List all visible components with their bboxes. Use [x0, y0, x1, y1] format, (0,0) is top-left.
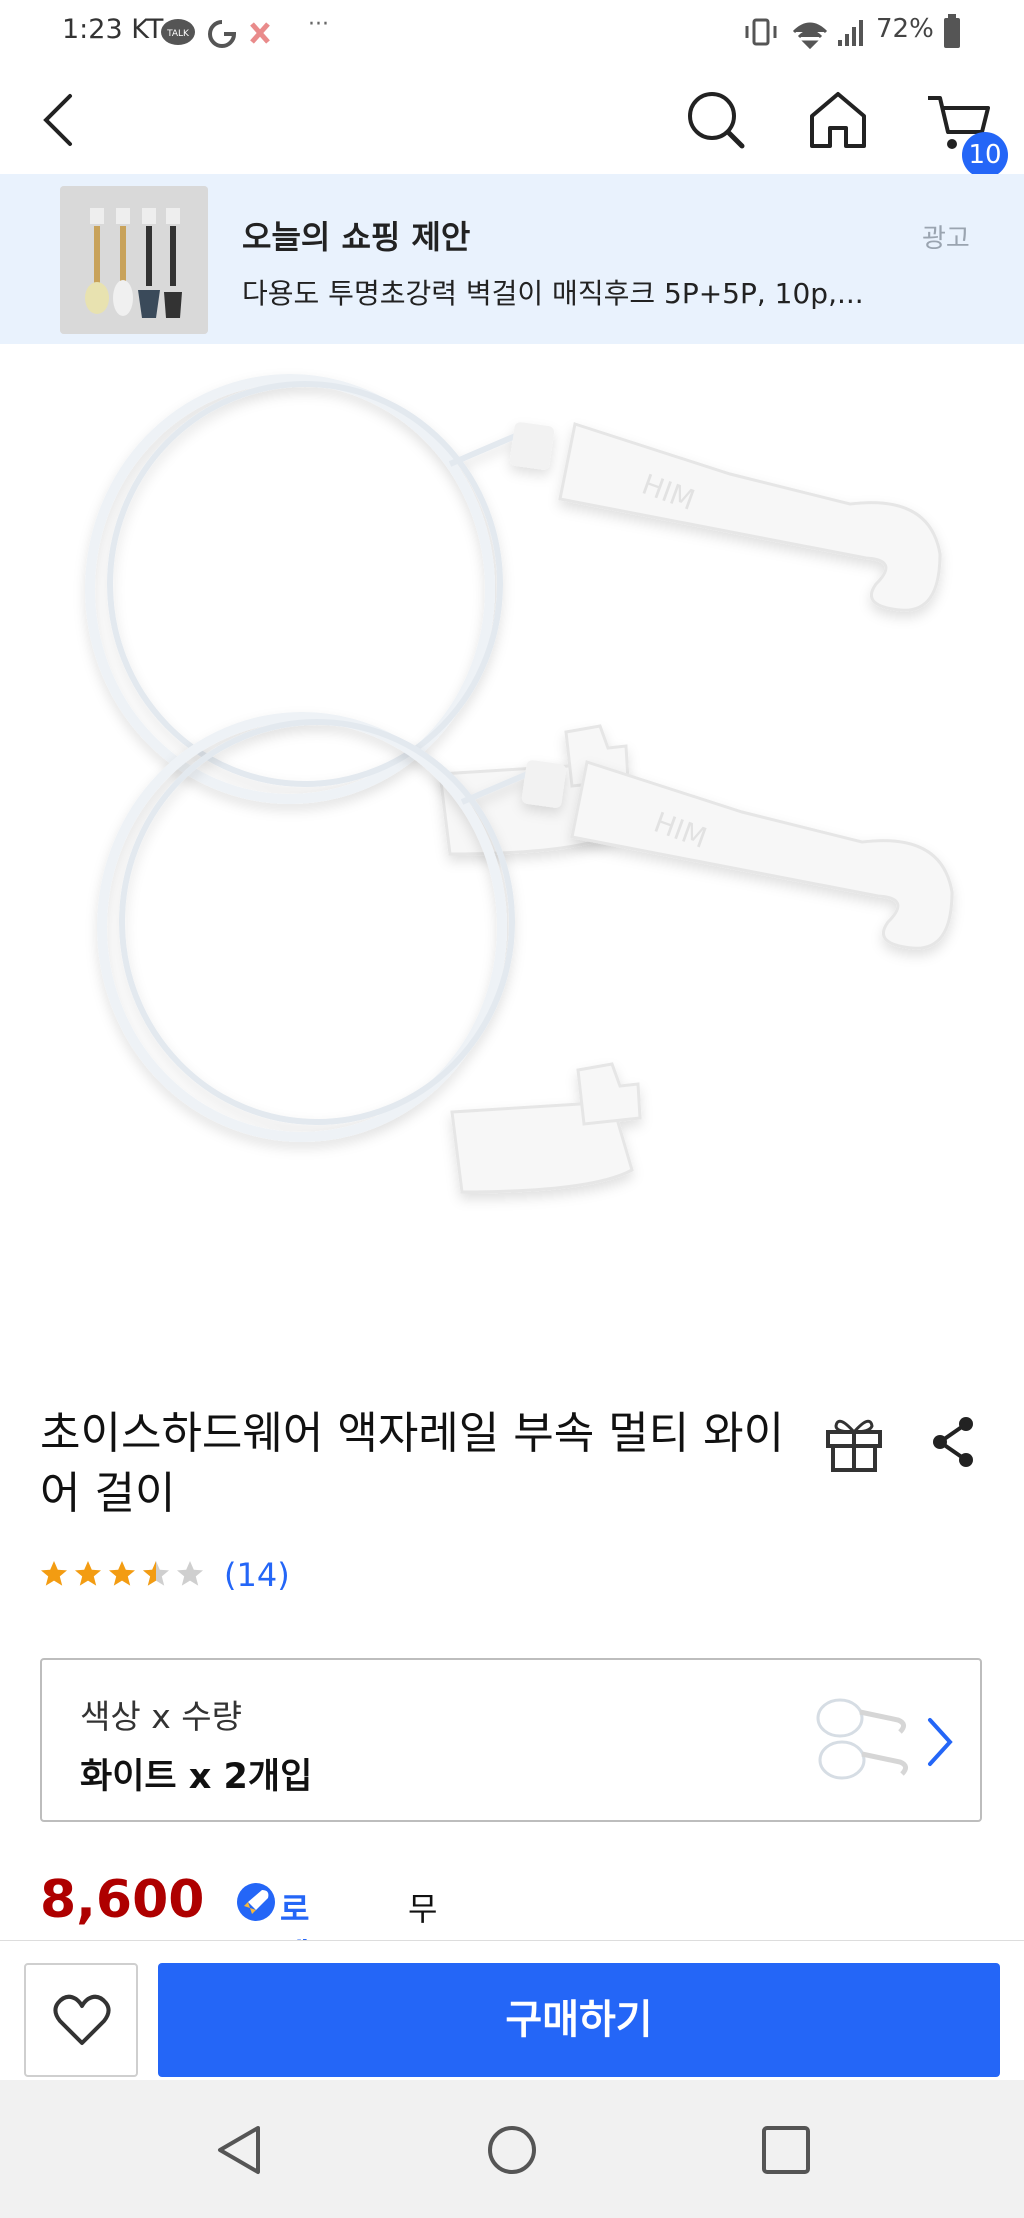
option-selector[interactable]: 색상 x 수량 화이트 x 2개입	[40, 1658, 982, 1822]
buy-button[interactable]: 구매하기	[158, 1963, 1000, 2077]
notification-icons: TALK	[161, 19, 270, 48]
utensils-image	[60, 186, 208, 334]
cart-count-badge: 10	[962, 132, 1008, 178]
battery-text: 72%	[876, 14, 934, 44]
vibrate-icon	[752, 18, 770, 46]
rocket-icon	[237, 1883, 275, 1921]
g-icon	[208, 20, 237, 48]
star-icon	[41, 1561, 67, 1586]
product-title: 초이스하드웨어 액자레일 부속 멀티 와이어 걸이	[40, 1408, 785, 1519]
more-notifications: ···	[308, 12, 329, 37]
battery-icon	[944, 14, 960, 48]
wifi-icon	[792, 22, 828, 50]
top-navbar: 10	[0, 64, 1024, 178]
home-icon[interactable]	[806, 88, 870, 152]
star-icon	[109, 1561, 135, 1586]
search-icon[interactable]	[686, 90, 746, 150]
option-value: 화이트 x 2개입	[80, 1757, 313, 1797]
clip-icon	[250, 22, 270, 44]
nav-home-icon[interactable]	[486, 2124, 538, 2176]
clock-text: 1:23	[62, 14, 123, 45]
system-status-icons	[745, 18, 863, 50]
ad-subtitle: 다용도 투명초강력 벽걸이 매직후크 5P+5P, 10p,...	[242, 277, 864, 310]
heart-icon	[53, 1994, 111, 2045]
star-icon	[75, 1561, 101, 1586]
ad-title: 오늘의 쇼핑 제안	[242, 218, 471, 256]
ad-banner[interactable]: 오늘의 쇼핑 제안 다용도 투명초강력 벽걸이 매직후크 5P+5P, 10p,…	[0, 174, 1024, 344]
nav-recents-icon[interactable]	[760, 2124, 812, 2176]
rating-stars[interactable]	[40, 1554, 220, 1594]
status-time: 1:23 KT	[62, 14, 163, 45]
share-icon[interactable]	[928, 1414, 978, 1470]
chevron-right-icon	[928, 1718, 953, 1766]
carrier-text: KT	[131, 14, 164, 45]
option-thumbnail	[816, 1698, 908, 1780]
wire-hook-upper: HIM	[85, 374, 942, 856]
talk-badge-text: TALK	[166, 29, 190, 39]
bottom-action-bar: 구매하기	[0, 1940, 1024, 2081]
wishlist-button[interactable]	[24, 1963, 138, 2077]
stars	[41, 1561, 203, 1586]
status-bar: 1:23 KT TALK ··· 72%	[0, 0, 1024, 64]
nav-back-icon[interactable]	[214, 2124, 266, 2176]
system-navigation-bar	[0, 2080, 1024, 2218]
review-count-link[interactable]: (14)	[224, 1556, 290, 1594]
option-label: 색상 x 수량	[80, 1697, 242, 1736]
ad-tag: 광고	[922, 224, 970, 254]
ad-thumbnail[interactable]	[60, 186, 208, 334]
gift-icon[interactable]	[824, 1412, 884, 1474]
product-image[interactable]: HIM HIM	[0, 344, 1024, 1354]
wire-hook-image: HIM HIM	[85, 374, 954, 1194]
star-icon	[177, 1561, 203, 1586]
signal-icon	[838, 20, 863, 46]
back-arrow-icon[interactable]	[36, 90, 86, 150]
